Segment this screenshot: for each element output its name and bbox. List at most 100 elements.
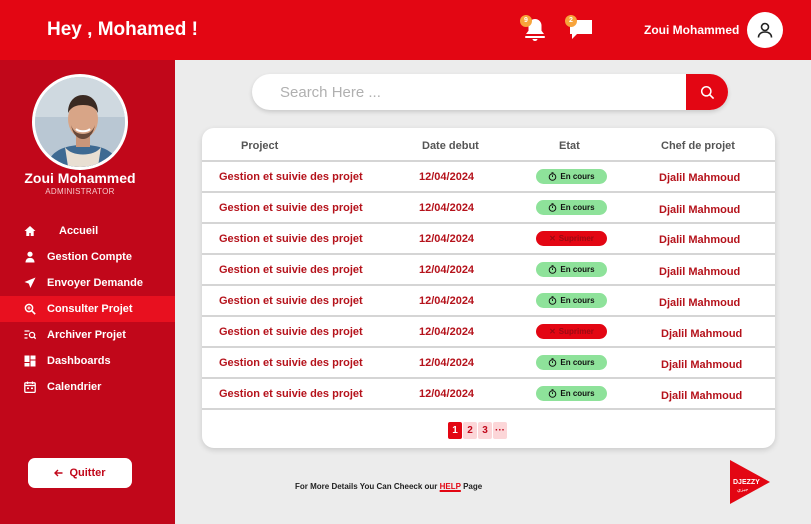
sidebar-item-label: Calendrier: [47, 381, 102, 393]
project-name: Gestion et suivie des projet: [219, 326, 363, 338]
project-chef: Djalil Mahmoud: [659, 204, 741, 216]
stopwatch-icon: [549, 296, 557, 305]
status-label: En cours: [560, 172, 595, 181]
sidebar-item-consulter-projet[interactable]: Consulter Projet: [0, 296, 175, 322]
close-icon: ✕: [549, 234, 556, 243]
search-doc-icon: [24, 303, 36, 315]
status-badge: En cours: [536, 200, 607, 215]
pagination-page[interactable]: 1: [448, 422, 462, 439]
stopwatch-icon: [549, 389, 557, 398]
table-row[interactable]: Gestion et suivie des projet 12/04/2024 En…: [202, 255, 775, 286]
profile-name: Zoui Mohammed: [24, 170, 136, 186]
profile-photo: [35, 77, 125, 167]
table-row[interactable]: Gestion et suivie des projet 12/04/2024 En…: [202, 193, 775, 224]
status-badge: ✕ Suprimer: [536, 324, 607, 339]
table-row[interactable]: Gestion et suivie des projet 12/04/2024 En…: [202, 162, 775, 193]
status-label: Suprimer: [558, 327, 594, 336]
user-icon: [757, 22, 773, 38]
dashboard-icon: [24, 355, 36, 367]
status-badge: En cours: [536, 355, 607, 370]
archive-list-icon: [24, 329, 36, 341]
project-name: Gestion et suivie des projet: [219, 202, 363, 214]
column-header-status: Etat: [559, 140, 580, 152]
start-date: 12/04/2024: [419, 295, 475, 307]
search-input[interactable]: [252, 74, 686, 110]
stopwatch-icon: [549, 203, 557, 212]
sidebar-item-dashboards[interactable]: Dashboards: [0, 348, 175, 374]
footer-text-end: Page: [463, 482, 483, 491]
status-label: En cours: [560, 358, 595, 367]
svg-text:جيزي: جيزي: [737, 487, 748, 493]
status-label: En cours: [560, 203, 595, 212]
top-user-name: Zoui Mohammed: [644, 23, 740, 37]
project-chef: Djalil Mahmoud: [661, 390, 743, 402]
table-row[interactable]: Gestion et suivie des projet 12/04/2024 ✕ S…: [202, 317, 775, 348]
status-label: Suprimer: [558, 234, 594, 243]
status-badge: En cours: [536, 262, 607, 277]
start-date: 12/04/2024: [419, 171, 475, 183]
search-button[interactable]: [686, 74, 728, 110]
project-chef: Djalil Mahmoud: [659, 297, 741, 309]
close-icon: ✕: [549, 327, 556, 336]
start-date: 12/04/2024: [419, 388, 475, 400]
project-chef: Djalil Mahmoud: [661, 359, 743, 371]
sidebar-item-label: Dashboards: [47, 355, 111, 367]
djezzy-logo: DJEZZY جيزي: [730, 460, 770, 504]
calendar-icon: [24, 381, 36, 393]
stopwatch-icon: [549, 358, 557, 367]
column-header-chef: Chef de projet: [661, 140, 735, 152]
sidebar-item-label: Envoyer Demande: [47, 277, 143, 289]
project-name: Gestion et suivie des projet: [219, 388, 363, 400]
projects-table-card: Project Date debut Etat Chef de projet G…: [202, 128, 775, 448]
sidebar-item-envoyer-demande[interactable]: Envoyer Demande: [0, 270, 175, 296]
sidebar-item-archiver-projet[interactable]: Archiver Projet: [0, 322, 175, 348]
footer-note: For More Details You Can Cheeck our HELP…: [295, 482, 482, 491]
profile-role: ADMINISTRATOR: [45, 187, 115, 196]
quit-label: Quitter: [69, 467, 106, 479]
project-name: Gestion et suivie des projet: [219, 233, 363, 245]
sidebar-item-accueil[interactable]: Accueil: [0, 218, 175, 244]
status-label: En cours: [560, 296, 595, 305]
sidebar-item-label: Gestion Compte: [47, 251, 132, 263]
sidebar-item-gestion-compte[interactable]: Gestion Compte: [0, 244, 175, 270]
sidebar-nav: Accueil Gestion Compte Envoyer Demande C…: [0, 218, 175, 400]
start-date: 12/04/2024: [419, 233, 475, 245]
quit-button[interactable]: Quitter: [28, 458, 132, 488]
status-badge: ✕ Suprimer: [536, 231, 607, 246]
project-name: Gestion et suivie des projet: [219, 357, 363, 369]
column-header-project: Project: [241, 140, 279, 152]
search-bar: [252, 74, 728, 110]
notification-badge: 9: [520, 15, 532, 27]
stopwatch-icon: [549, 265, 557, 274]
pagination-more[interactable]: ···: [493, 422, 507, 439]
sidebar: Zoui Mohammed ADMINISTRATOR Accueil Gest…: [0, 60, 175, 524]
footer-text: For More Details You Can Cheeck our: [295, 482, 438, 491]
sidebar-item-calendrier[interactable]: Calendrier: [0, 374, 175, 400]
help-link[interactable]: HELP: [440, 482, 461, 491]
arrow-left-icon: [54, 469, 63, 477]
status-badge: En cours: [536, 293, 607, 308]
pagination-page[interactable]: 2: [463, 422, 477, 439]
user-icon: [24, 251, 36, 263]
pagination: 1 2 3 ···: [448, 422, 507, 439]
user-avatar-button[interactable]: [747, 12, 783, 48]
project-chef: Djalil Mahmoud: [659, 234, 741, 246]
pagination-page[interactable]: 3: [478, 422, 492, 439]
search-icon: [700, 85, 714, 99]
sidebar-item-label: Consulter Projet: [47, 303, 133, 315]
project-name: Gestion et suivie des projet: [219, 295, 363, 307]
table-row[interactable]: Gestion et suivie des projet 12/04/2024 En…: [202, 286, 775, 317]
table-row[interactable]: Gestion et suivie des projet 12/04/2024 ✕ S…: [202, 224, 775, 255]
stopwatch-icon: [549, 172, 557, 181]
sidebar-item-label: Archiver Projet: [47, 329, 126, 341]
status-label: En cours: [560, 265, 595, 274]
project-chef: Djalil Mahmoud: [659, 266, 741, 278]
message-badge: 2: [565, 15, 577, 27]
home-icon: [24, 225, 36, 237]
status-label: En cours: [560, 389, 595, 398]
table-row[interactable]: Gestion et suivie des projet 12/04/2024 En…: [202, 348, 775, 379]
status-badge: En cours: [536, 386, 607, 401]
table-row[interactable]: Gestion et suivie des projet 12/04/2024 En…: [202, 379, 775, 410]
start-date: 12/04/2024: [419, 202, 475, 214]
svg-text:DJEZZY: DJEZZY: [733, 479, 760, 486]
